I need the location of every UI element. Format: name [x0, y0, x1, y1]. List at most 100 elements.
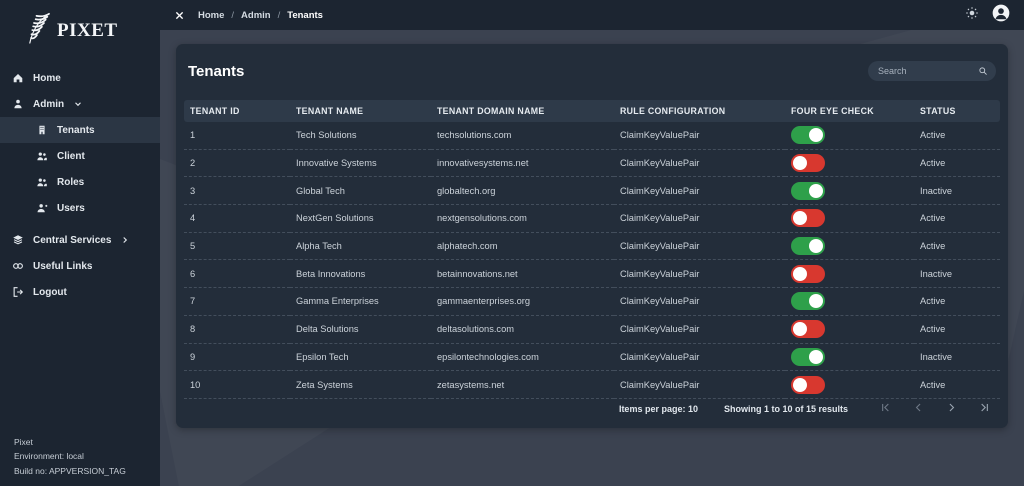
sidebar-item-label: Home [33, 73, 61, 84]
sidebar-item-tenants[interactable]: Tenants [0, 117, 160, 143]
sidebar-item-label: Logout [33, 287, 67, 298]
breadcrumb-separator: / [278, 10, 281, 21]
previous-page-button[interactable] [913, 402, 924, 415]
sidebar-item-central-services[interactable]: Central Services [0, 227, 160, 253]
cell-tenant-domain-name: innovativesystems.net [431, 149, 614, 177]
tenants-card: Tenants TENANT IDTENANT NAMETENANT DOMAI… [176, 44, 1008, 428]
column-header-rule-configuration: RULE CONFIGURATION [614, 100, 785, 122]
toggle-knob [809, 239, 823, 253]
cell-tenant-domain-name: deltasolutions.com [431, 315, 614, 343]
users-icon [36, 202, 48, 214]
sidebar-item-useful-links[interactable]: Useful Links [0, 253, 160, 279]
cell-tenant-id: 2 [184, 149, 290, 177]
cell-four-eye-check [785, 260, 914, 288]
cell-four-eye-check [785, 315, 914, 343]
sidebar-item-label: Admin [33, 99, 64, 110]
sidebar-item-label: Useful Links [33, 261, 92, 272]
sidebar-item-home[interactable]: Home [0, 65, 160, 91]
column-header-tenant-id: TENANT ID [184, 100, 290, 122]
cell-tenant-name: Delta Solutions [290, 315, 431, 343]
cell-tenant-name: Gamma Enterprises [290, 288, 431, 316]
next-page-button[interactable] [946, 402, 957, 415]
breadcrumb-item[interactable]: Tenants [287, 10, 323, 21]
sidebar-item-admin[interactable]: Admin [0, 91, 160, 117]
four-eye-toggle[interactable] [791, 292, 825, 310]
sidebar-toggle-button[interactable] [174, 10, 185, 21]
cell-tenant-domain-name: techsolutions.com [431, 122, 614, 149]
breadcrumb-item[interactable]: Home [198, 10, 224, 21]
toggle-knob [809, 128, 823, 142]
sidebar: PIXET Home Admin TenantsClientRolesUsers Ce… [0, 0, 160, 486]
table-row: 8Delta Solutionsdeltasolutions.comClaimK… [184, 315, 1000, 343]
four-eye-toggle[interactable] [791, 182, 825, 200]
table-row: 2Innovative Systemsinnovativesystems.net… [184, 149, 1000, 177]
table-header-row: TENANT IDTENANT NAMETENANT DOMAIN NAMERU… [184, 100, 1000, 122]
four-eye-toggle[interactable] [791, 348, 825, 366]
cell-rule-configuration: ClaimKeyValuePair [614, 288, 785, 316]
table-row: 4NextGen Solutionsnextgensolutions.comCl… [184, 205, 1000, 233]
column-header-tenant-name: TENANT NAME [290, 100, 431, 122]
first-page-button[interactable] [880, 402, 891, 415]
leaf-logo-icon [24, 10, 54, 51]
search-box [868, 61, 996, 81]
pagination-bar: Items per page: 10 Showing 1 to 10 of 15… [176, 389, 1008, 428]
cell-tenant-id: 7 [184, 288, 290, 316]
table-row: 6Beta Innovationsbetainnovations.netClai… [184, 260, 1000, 288]
prev-page-icon [913, 402, 924, 415]
card-header: Tenants [176, 44, 1008, 100]
cell-four-eye-check [785, 177, 914, 205]
cell-four-eye-check [785, 149, 914, 177]
four-eye-toggle[interactable] [791, 126, 825, 144]
cell-four-eye-check [785, 343, 914, 371]
cell-rule-configuration: ClaimKeyValuePair [614, 343, 785, 371]
breadcrumb-item[interactable]: Admin [241, 10, 271, 21]
last-page-icon [979, 402, 990, 415]
table-row: 7Gamma Enterprisesgammaenterprises.orgCl… [184, 288, 1000, 316]
toggle-knob [809, 184, 823, 198]
toggle-knob [809, 294, 823, 308]
search-input[interactable] [876, 65, 974, 77]
four-eye-toggle[interactable] [791, 209, 825, 227]
sidebar-item-logout[interactable]: Logout [0, 279, 160, 305]
four-eye-toggle[interactable] [791, 237, 825, 255]
four-eye-toggle[interactable] [791, 265, 825, 283]
footer-environment: Environment: local [14, 449, 126, 464]
topbar: Home/Admin/Tenants [160, 0, 1024, 30]
cell-tenant-domain-name: globaltech.org [431, 177, 614, 205]
cell-tenant-id: 6 [184, 260, 290, 288]
tenants-table-wrap: TENANT IDTENANT NAMETENANT DOMAIN NAMERU… [184, 100, 1000, 399]
cell-tenant-name: Tech Solutions [290, 122, 431, 149]
theme-toggle-button[interactable] [965, 6, 979, 25]
cell-status: Active [914, 315, 1000, 343]
sidebar-item-label: Central Services [33, 235, 111, 246]
sidebar-item-roles[interactable]: Roles [0, 169, 160, 195]
last-page-button[interactable] [979, 402, 990, 415]
cell-four-eye-check [785, 288, 914, 316]
cell-tenant-name: Global Tech [290, 177, 431, 205]
user-menu-button[interactable] [992, 4, 1010, 27]
four-eye-toggle[interactable] [791, 320, 825, 338]
cell-rule-configuration: ClaimKeyValuePair [614, 232, 785, 260]
pager-nav [880, 402, 990, 415]
search-icon[interactable] [978, 66, 988, 76]
cell-rule-configuration: ClaimKeyValuePair [614, 315, 785, 343]
footer-app-name: Pixet [14, 435, 126, 450]
user-avatar-icon [992, 4, 1010, 27]
column-header-four-eye-check: FOUR EYE CHECK [785, 100, 914, 122]
sidebar-nav: Home Admin TenantsClientRolesUsers Central … [0, 65, 160, 305]
cell-four-eye-check [785, 205, 914, 233]
cell-tenant-id: 5 [184, 232, 290, 260]
chevron-right-icon [120, 235, 130, 245]
four-eye-toggle[interactable] [791, 154, 825, 172]
cell-tenant-name: Innovative Systems [290, 149, 431, 177]
toggle-knob [793, 156, 807, 170]
table-row: 1Tech Solutionstechsolutions.comClaimKey… [184, 122, 1000, 149]
cell-tenant-id: 4 [184, 205, 290, 233]
sidebar-item-users[interactable]: Users [0, 195, 160, 221]
sidebar-footer: Pixet Environment: local Build no: APPVE… [14, 435, 126, 479]
cell-tenant-name: Beta Innovations [290, 260, 431, 288]
logout-icon [12, 286, 24, 298]
brand-logo[interactable]: PIXET [0, 0, 160, 57]
sidebar-item-client[interactable]: Client [0, 143, 160, 169]
cell-rule-configuration: ClaimKeyValuePair [614, 260, 785, 288]
